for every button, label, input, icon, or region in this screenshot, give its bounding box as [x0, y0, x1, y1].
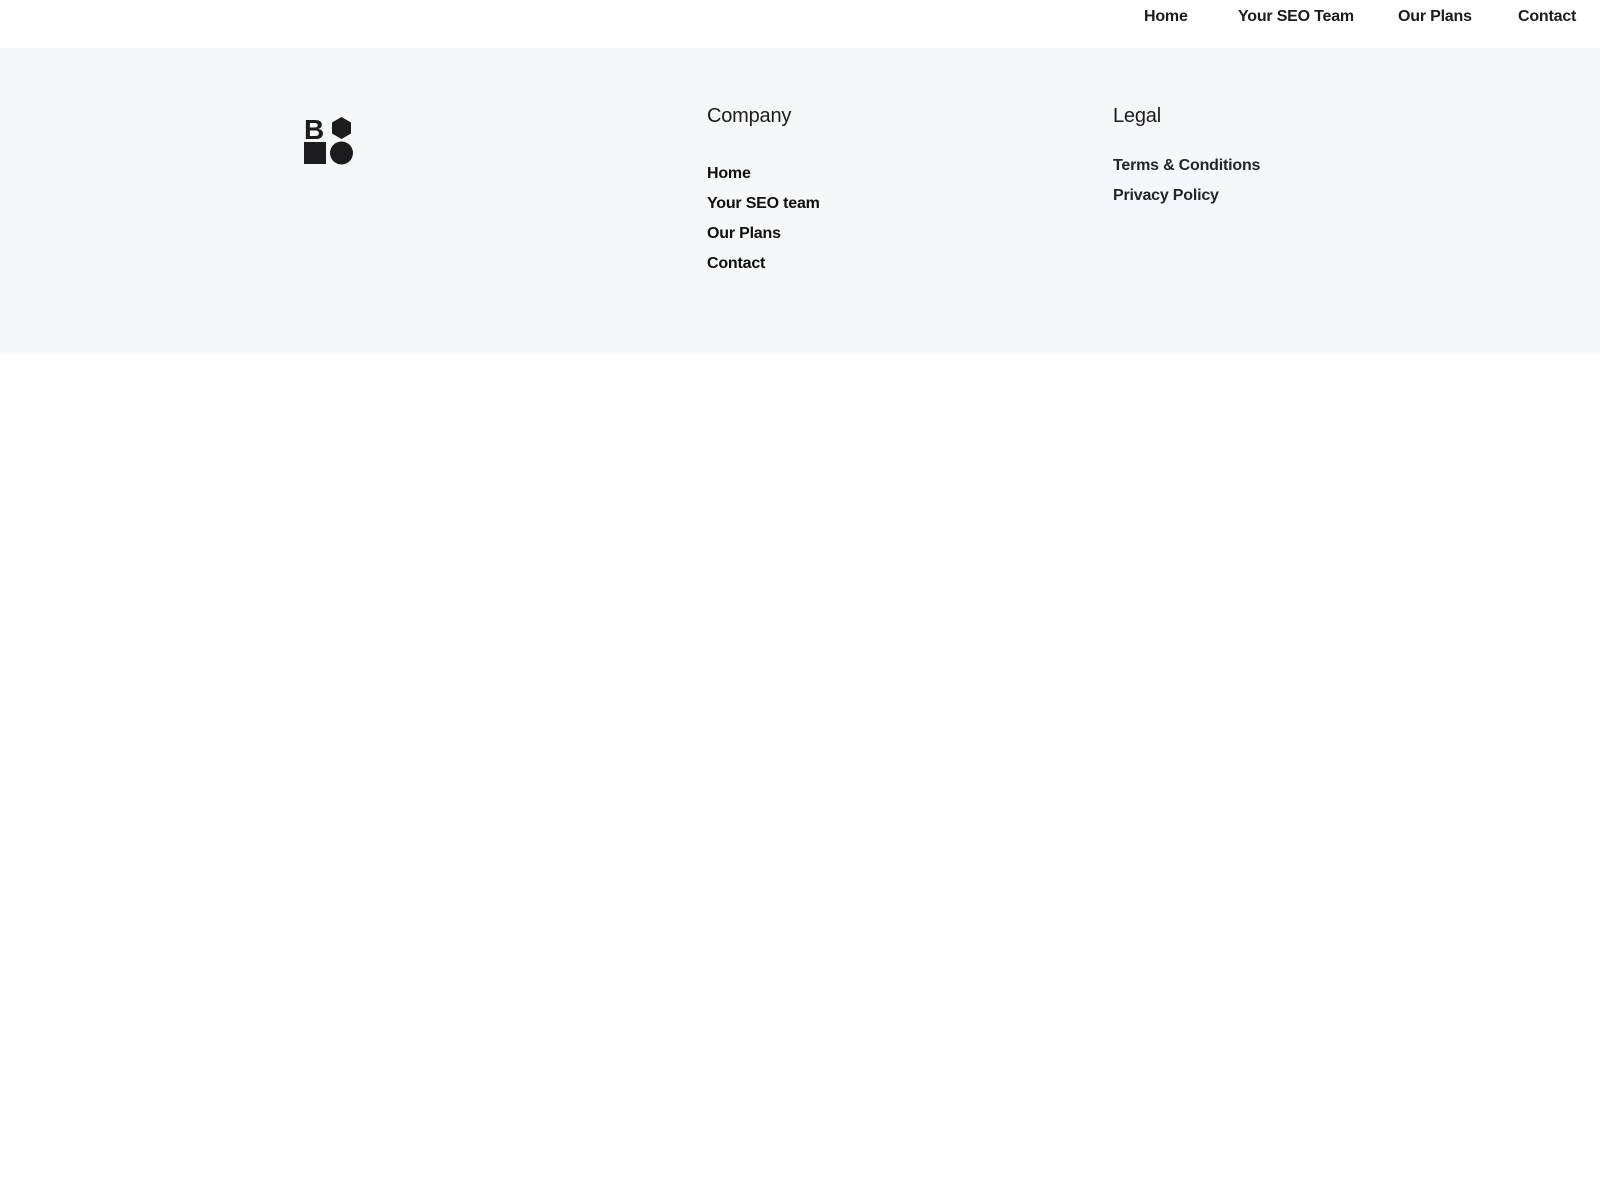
nav-contact-link[interactable]: Contact — [1518, 8, 1576, 26]
footer-plans-link[interactable]: Our Plans — [707, 224, 820, 254]
terms-link[interactable]: Terms & Conditions — [1113, 156, 1260, 186]
logo-hexagon — [332, 117, 351, 139]
logo-letter: B — [304, 117, 324, 145]
footer-home-link[interactable]: Home — [707, 164, 820, 194]
legal-heading: Legal — [1113, 105, 1161, 127]
nav-seo-team-link[interactable]: Your SEO Team — [1238, 8, 1354, 26]
footer-seo-team-link[interactable]: Your SEO team — [707, 194, 820, 224]
footer-legal-column: Legal Terms & Conditions Privacy Policy — [1113, 105, 1260, 216]
footer-company-column: Company Home Your SEO team Our Plans Con… — [707, 105, 820, 284]
nav-home-link[interactable]: Home — [1144, 8, 1188, 26]
privacy-link[interactable]: Privacy Policy — [1113, 186, 1260, 216]
brand-logo[interactable]: B — [304, 114, 354, 165]
logo-circle — [330, 141, 353, 165]
company-links: Home Your SEO team Our Plans Contact — [707, 164, 820, 284]
logo-square — [304, 142, 326, 164]
company-heading: Company — [707, 105, 792, 127]
top-navigation: Home Your SEO Team Our Plans Contact — [0, 0, 1600, 48]
legal-links: Terms & Conditions Privacy Policy — [1113, 156, 1260, 216]
nav-plans-link[interactable]: Our Plans — [1398, 8, 1472, 26]
footer-contact-link[interactable]: Contact — [707, 254, 820, 284]
brand-logo-icon: B — [304, 114, 353, 165]
